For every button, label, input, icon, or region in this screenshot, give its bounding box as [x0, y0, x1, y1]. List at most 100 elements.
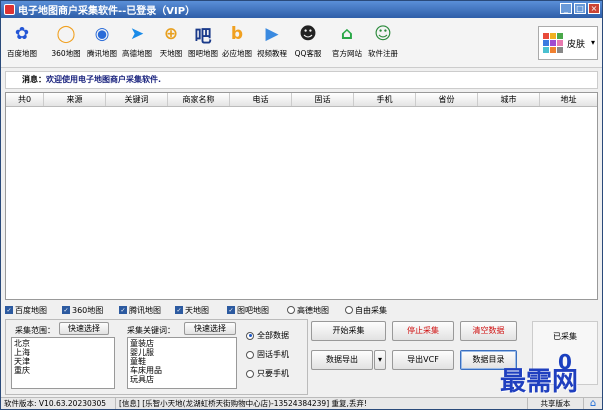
filter-label: 全部数据	[257, 331, 289, 340]
chevron-down-icon: ▾	[377, 355, 382, 364]
start-collect-button[interactable]: 开始采集	[311, 321, 386, 341]
stop-collect-button[interactable]: 停止采集	[392, 321, 454, 341]
toolbar-tencent-map[interactable]: ◉ 腾讯地图	[83, 22, 121, 59]
list-item[interactable]: 玩具店	[130, 375, 234, 384]
toolbar-qq-support[interactable]: ☻ QQ客服	[289, 22, 327, 59]
share-version-button[interactable]: 共享版本	[528, 398, 584, 409]
notice-bar: 消息：欢迎使用电子地图商户采集软件.	[5, 71, 598, 89]
toolbar-bing-map[interactable]: b 必应地图	[218, 22, 256, 59]
source-label: 腾讯地图	[129, 305, 161, 315]
filter-all-data-radio[interactable]: 全部数据	[246, 330, 289, 341]
list-item[interactable]: 北京	[14, 339, 112, 348]
check-icon: ✓	[5, 306, 13, 314]
check-icon: ✓	[227, 306, 235, 314]
clear-data-button[interactable]: 清空数据	[460, 321, 517, 341]
user-register-icon: ☺	[374, 24, 392, 44]
qq-penguin-icon: ☻	[299, 24, 317, 44]
video-play-icon: ▶	[265, 24, 279, 44]
keywords-label: 采集关键词：	[127, 326, 175, 335]
radio-icon	[345, 306, 353, 314]
maximize-button[interactable]: □	[574, 3, 586, 14]
app-icon	[4, 4, 15, 15]
toolbar-label: 360地图	[51, 49, 81, 58]
column-header-keyword[interactable]: 关键词	[106, 93, 168, 106]
radio-icon	[246, 350, 254, 359]
list-item[interactable]: 天津	[14, 357, 112, 366]
column-header-address[interactable]: 地址	[540, 93, 597, 106]
source-baidu-checkbox[interactable]: ✓ 百度地图	[5, 303, 62, 317]
list-item[interactable]: 车床用品	[130, 366, 234, 375]
column-header-count[interactable]: 共0	[6, 93, 44, 106]
toolbar-tuba-map[interactable]: 吧 图吧地图	[184, 22, 222, 59]
source-tianditu-checkbox[interactable]: ✓ 天地图	[175, 303, 227, 317]
source-label: 360地图	[72, 305, 104, 315]
toolbar-label: 视频教程	[257, 49, 287, 58]
toolbar-label: 软件注册	[368, 49, 398, 58]
toolbar-label: 必应地图	[222, 49, 252, 58]
filter-mobile-only-radio[interactable]: 只要手机	[246, 368, 289, 379]
keyword-list[interactable]: 童装店 婴儿服 童鞋 车床用品 玩具店	[127, 337, 237, 389]
source-gaode-radio[interactable]: 高德地图	[287, 303, 345, 317]
filter-landline-mobile-radio[interactable]: 固话手机	[246, 349, 289, 360]
toolbar-gaode-map[interactable]: ➤ 高德地图	[118, 22, 156, 59]
close-button[interactable]: ×	[588, 3, 600, 14]
source-free-collect-radio[interactable]: 自由采集	[345, 303, 401, 317]
column-header-mobile[interactable]: 手机	[354, 93, 416, 106]
toolbar-register[interactable]: ☺ 软件注册	[364, 22, 402, 59]
list-item[interactable]: 婴儿服	[130, 348, 234, 357]
toolbar: ✿ 百度地图 ◯ 360地图 ◉ 腾讯地图 ➤ 高德地图 ⊕ 天地图 吧 图吧地…	[1, 18, 602, 68]
source-options: ✓ 百度地图 ✓ 360地图 ✓ 腾讯地图 ✓ 天地图 ✓ 图吧地图 高德地图 自由采集	[5, 303, 405, 317]
status-message: [信息] [乐智小天地(龙湖虹桥天街购物中心店)-13524384239] 重复…	[116, 398, 528, 409]
title-bar[interactable]: 电子地图商户采集软件--已登录（VIP） _ □ ×	[1, 1, 602, 18]
watermark-logo: 最需网	[500, 367, 579, 397]
toolbar-360-map[interactable]: ◯ 360地图	[47, 22, 85, 59]
list-item[interactable]: 童鞋	[130, 357, 234, 366]
source-tuba-checkbox[interactable]: ✓ 图吧地图	[227, 303, 287, 317]
source-label: 自由采集	[355, 305, 387, 315]
collected-label: 已采集	[553, 332, 577, 341]
export-data-button[interactable]: 数据导出	[311, 350, 373, 370]
list-item[interactable]: 上海	[14, 348, 112, 357]
toolbar-label: 高德地图	[122, 49, 152, 58]
toolbar-label: 百度地图	[7, 49, 37, 58]
check-icon: ✓	[175, 306, 183, 314]
keywords-quick-select-button[interactable]: 快速选择	[184, 322, 236, 335]
column-header-source[interactable]: 来源	[44, 93, 106, 106]
column-header-phone[interactable]: 电话	[230, 93, 292, 106]
skin-selector[interactable]: 皮肤 ▾	[538, 26, 598, 60]
toolbar-label: 腾讯地图	[87, 49, 117, 58]
results-table[interactable]: 共0 来源 关键词 商家名称 电话 固话 手机 省份 城市 地址	[5, 92, 598, 300]
column-header-province[interactable]: 省份	[416, 93, 478, 106]
toolbar-official-site[interactable]: ⌂ 官方网站	[328, 22, 366, 59]
source-label: 图吧地图	[237, 305, 269, 315]
export-vcf-button[interactable]: 导出VCF	[392, 350, 454, 370]
status-bar: 软件版本: V10.63.20230305 [信息] [乐智小天地(龙湖虹桥天街…	[1, 397, 602, 409]
column-header-city[interactable]: 城市	[478, 93, 540, 106]
radio-icon	[287, 306, 295, 314]
list-item[interactable]: 重庆	[14, 366, 112, 375]
column-header-landline[interactable]: 固话	[292, 93, 354, 106]
main-window: 电子地图商户采集软件--已登录（VIP） _ □ × ✿ 百度地图 ◯ 360地…	[0, 0, 603, 410]
source-tencent-checkbox[interactable]: ✓ 腾讯地图	[119, 303, 175, 317]
check-icon: ✓	[119, 306, 127, 314]
toolbar-baidu-map[interactable]: ✿ 百度地图	[3, 22, 41, 59]
status-version: 软件版本: V10.63.20230305	[1, 398, 116, 409]
scope-label: 采集范围：	[15, 326, 55, 335]
list-item[interactable]: 童装店	[130, 339, 234, 348]
source-360-checkbox[interactable]: ✓ 360地图	[62, 303, 119, 317]
column-header-business-name[interactable]: 商家名称	[168, 93, 230, 106]
toolbar-video-tutorial[interactable]: ▶ 视频教程	[253, 22, 291, 59]
toolbar-label: 图吧地图	[188, 49, 218, 58]
skin-label: 皮肤	[567, 39, 586, 50]
filter-label: 只要手机	[257, 369, 289, 378]
source-label: 百度地图	[15, 305, 47, 315]
home-icon: ⌂	[340, 24, 354, 44]
radio-icon	[246, 369, 254, 378]
city-list[interactable]: 北京 上海 天津 重庆	[11, 337, 115, 389]
source-label: 高德地图	[297, 305, 329, 315]
export-dropdown-button[interactable]: ▾	[374, 350, 386, 370]
home-icon[interactable]: ⌂	[584, 398, 602, 409]
toolbar-label: QQ客服	[294, 49, 322, 58]
scope-quick-select-button[interactable]: 快速选择	[59, 322, 109, 335]
minimize-button[interactable]: _	[560, 3, 572, 14]
